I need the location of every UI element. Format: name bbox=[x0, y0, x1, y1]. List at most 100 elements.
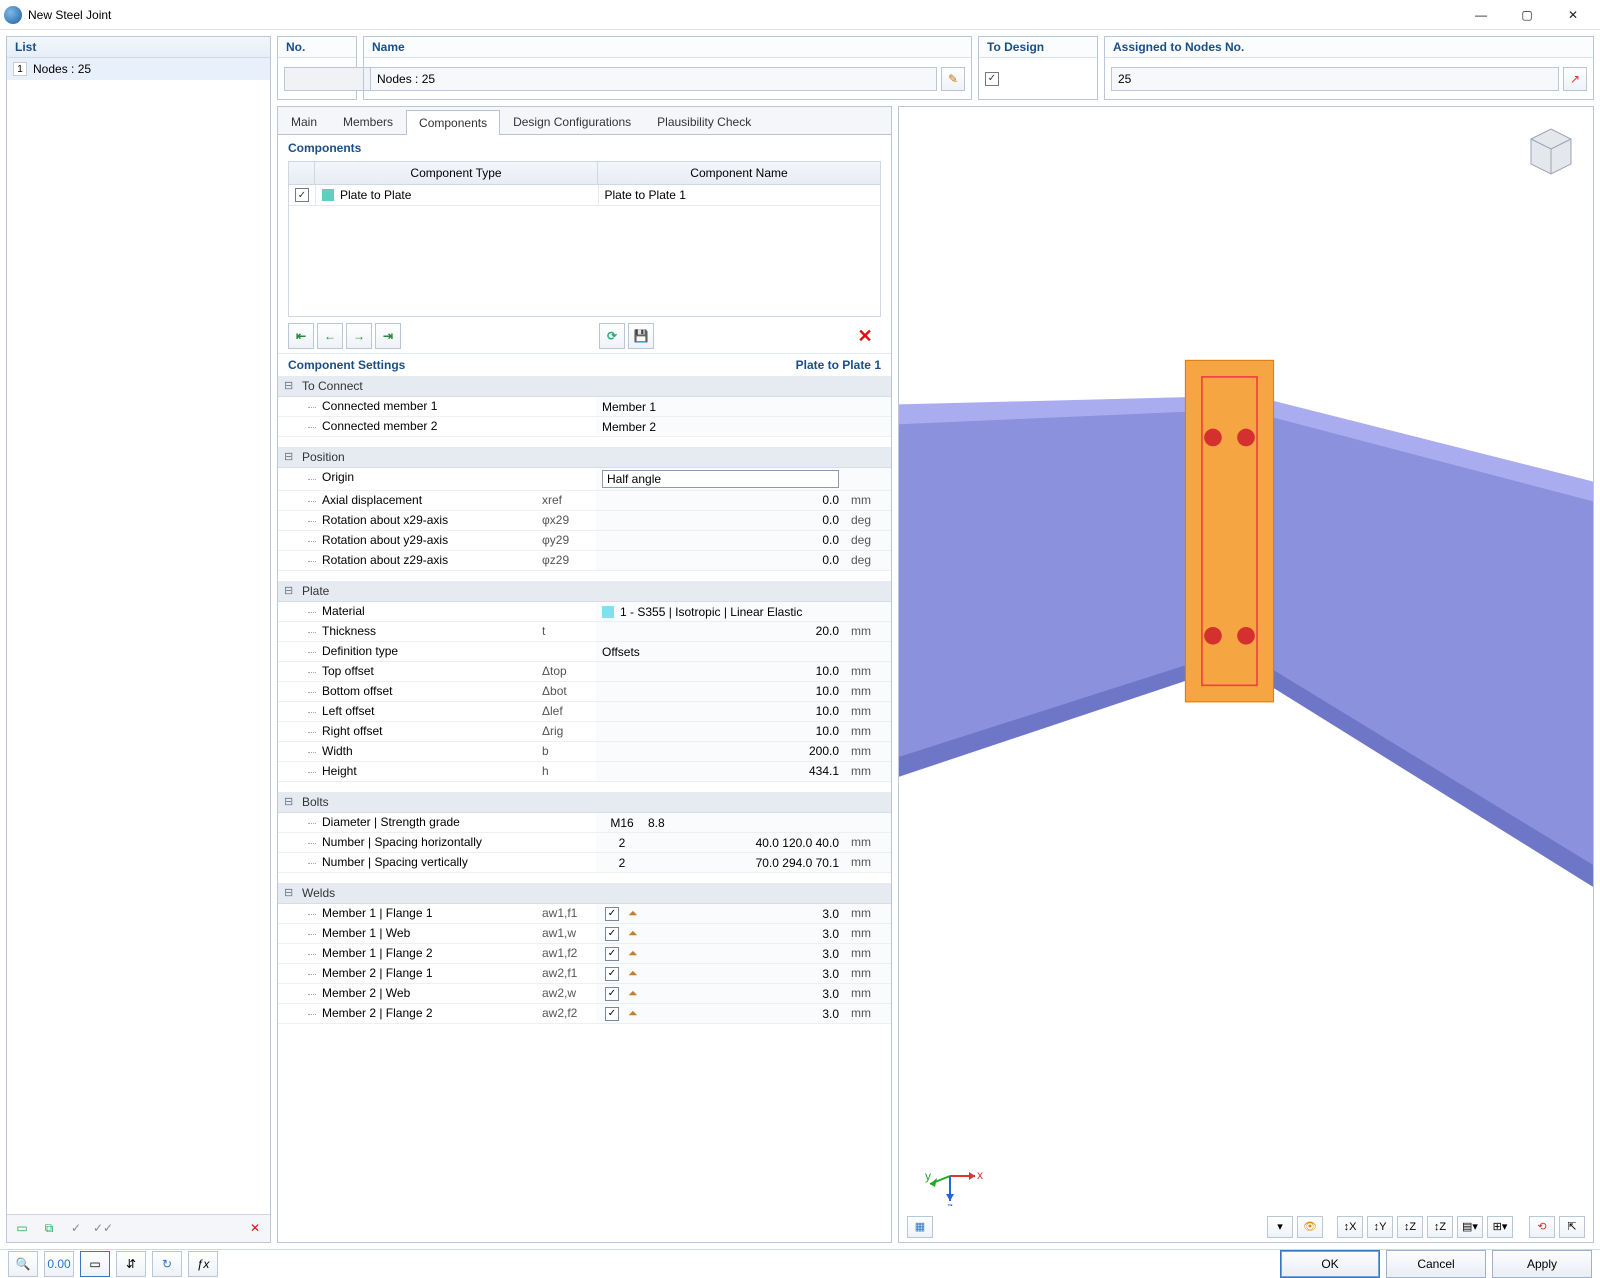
check-all-icon[interactable]: ✓✓ bbox=[91, 1216, 115, 1240]
cat-to-connect[interactable]: To Connect bbox=[278, 376, 891, 397]
delete-component-icon[interactable]: ✕ bbox=[852, 323, 878, 349]
component-swatch-icon bbox=[322, 189, 334, 201]
to-design-box: To Design ✓ bbox=[978, 36, 1098, 100]
save-icon[interactable]: 💾 bbox=[628, 323, 654, 349]
settings-tree[interactable]: To Connect Connected member 1Member 1 Co… bbox=[278, 376, 891, 1242]
tab-plausibility[interactable]: Plausibility Check bbox=[644, 109, 764, 134]
no-label: No. bbox=[278, 37, 356, 58]
name-box: Name ✎ bbox=[363, 36, 972, 100]
view-y-icon[interactable]: ↕Y bbox=[1367, 1216, 1393, 1238]
ok-button[interactable]: OK bbox=[1280, 1250, 1380, 1278]
apply-button[interactable]: Apply bbox=[1492, 1250, 1592, 1278]
weld-checkbox[interactable]: ✓ bbox=[605, 1007, 619, 1021]
component-checkbox[interactable]: ✓ bbox=[295, 188, 309, 202]
box-icon[interactable]: ▭ bbox=[80, 1251, 110, 1277]
weld-icon: ⏶ bbox=[628, 966, 638, 981]
viewer-toolbar: ▦ ▾ 👁 ↕X ↕Y ↕Z ↕Z ▤▾ ⊞▾ ⟲ ⇱ bbox=[907, 1216, 1585, 1238]
tree-icon[interactable]: ⇵ bbox=[116, 1251, 146, 1277]
components-grid: Component Type Component Name ✓ Plate to… bbox=[288, 161, 881, 317]
col-type: Component Type bbox=[315, 162, 598, 184]
assigned-box: Assigned to Nodes No. ↗ bbox=[1104, 36, 1594, 100]
components-toolbar: ⇤ ← → ⇥ ⟳ 💾 ✕ bbox=[288, 323, 881, 349]
assigned-label: Assigned to Nodes No. bbox=[1105, 37, 1593, 58]
tab-components[interactable]: Components bbox=[406, 110, 500, 135]
col-name: Component Name bbox=[598, 162, 880, 184]
cat-plate[interactable]: Plate bbox=[278, 581, 891, 602]
delete-icon[interactable]: ✕ bbox=[243, 1216, 267, 1240]
show-icon[interactable]: 👁 bbox=[1297, 1216, 1323, 1238]
views-icon[interactable]: ▦ bbox=[907, 1216, 933, 1238]
window-titlebar: New Steel Joint — ▢ ✕ bbox=[0, 0, 1600, 30]
name-label: Name bbox=[364, 37, 971, 58]
weld-checkbox[interactable]: ✓ bbox=[605, 987, 619, 1001]
svg-text:y: y bbox=[925, 1169, 931, 1183]
name-input[interactable] bbox=[370, 67, 937, 91]
cat-welds[interactable]: Welds bbox=[278, 883, 891, 904]
cat-bolts[interactable]: Bolts bbox=[278, 792, 891, 813]
minimize-button[interactable]: — bbox=[1458, 0, 1504, 30]
weld-checkbox[interactable]: ✓ bbox=[605, 947, 619, 961]
pick-node-icon[interactable]: ↗ bbox=[1563, 67, 1587, 91]
list-header: List bbox=[7, 37, 270, 58]
model-render bbox=[899, 107, 1593, 1242]
edit-name-icon[interactable]: ✎ bbox=[941, 67, 965, 91]
list-toolbar: ▭ ⧉ ✓ ✓✓ ✕ bbox=[7, 1214, 270, 1242]
cancel-button[interactable]: Cancel bbox=[1386, 1250, 1486, 1278]
svg-text:z: z bbox=[947, 1200, 953, 1206]
to-design-label: To Design bbox=[979, 37, 1097, 58]
3d-viewer[interactable]: x y z ▦ ▾ 👁 ↕X ↕Y ↕Z ↕Z ▤▾ ⊞▾ bbox=[898, 106, 1594, 1243]
components-heading: Components bbox=[288, 141, 361, 155]
component-row[interactable]: ✓ Plate to Plate Plate to Plate 1 bbox=[289, 185, 880, 206]
weld-icon: ⏶ bbox=[628, 906, 638, 921]
tab-members[interactable]: Members bbox=[330, 109, 406, 134]
dialog-footer: 🔍 0.00 ▭ ⇵ ↻ ƒx OK Cancel Apply bbox=[0, 1249, 1600, 1278]
render-mode-icon[interactable]: ▤▾ bbox=[1457, 1216, 1483, 1238]
list-item[interactable]: 1 Nodes : 25 bbox=[7, 58, 270, 80]
tab-main[interactable]: Main bbox=[278, 109, 330, 134]
no-box: No. bbox=[277, 36, 357, 100]
move-last-icon[interactable]: ⇥ bbox=[375, 323, 401, 349]
editor-panel: Main Members Components Design Configura… bbox=[277, 106, 892, 1243]
to-design-checkbox[interactable]: ✓ bbox=[985, 72, 999, 86]
tab-bar: Main Members Components Design Configura… bbox=[278, 107, 891, 135]
list-panel: List 1 Nodes : 25 ▭ ⧉ ✓ ✓✓ ✕ bbox=[6, 36, 271, 1243]
duplicate-icon[interactable]: ⧉ bbox=[37, 1216, 61, 1240]
display-icon[interactable]: ▾ bbox=[1267, 1216, 1293, 1238]
weld-checkbox[interactable]: ✓ bbox=[605, 907, 619, 921]
move-left-icon[interactable]: ← bbox=[317, 323, 343, 349]
list-item-index: 1 bbox=[13, 62, 27, 76]
view-iso-icon[interactable]: ↕Z bbox=[1427, 1216, 1453, 1238]
weld-checkbox[interactable]: ✓ bbox=[605, 967, 619, 981]
maximize-button[interactable]: ▢ bbox=[1504, 0, 1550, 30]
view-x-icon[interactable]: ↕X bbox=[1337, 1216, 1363, 1238]
svg-text:x: x bbox=[977, 1168, 983, 1182]
weld-icon: ⏶ bbox=[628, 986, 638, 1001]
check-icon[interactable]: ✓ bbox=[64, 1216, 88, 1240]
wireframe-icon[interactable]: ⊞▾ bbox=[1487, 1216, 1513, 1238]
reset-view-icon[interactable]: ⟲ bbox=[1529, 1216, 1555, 1238]
refresh-icon[interactable]: ↻ bbox=[152, 1251, 182, 1277]
function-icon[interactable]: ƒx bbox=[188, 1251, 218, 1277]
close-button[interactable]: ✕ bbox=[1550, 0, 1596, 30]
units-icon[interactable]: 0.00 bbox=[44, 1251, 74, 1277]
weld-checkbox[interactable]: ✓ bbox=[605, 927, 619, 941]
popout-icon[interactable]: ⇱ bbox=[1559, 1216, 1585, 1238]
tab-design-config[interactable]: Design Configurations bbox=[500, 109, 644, 134]
view-cube-icon[interactable] bbox=[1521, 119, 1581, 179]
settings-subheading: Plate to Plate 1 bbox=[796, 358, 881, 372]
list-item-label: Nodes : 25 bbox=[33, 62, 91, 76]
move-right-icon[interactable]: → bbox=[346, 323, 372, 349]
axis-triad-icon: x y z bbox=[925, 1156, 985, 1206]
view-z-icon[interactable]: ↕Z bbox=[1397, 1216, 1423, 1238]
material-swatch-icon bbox=[602, 606, 614, 618]
move-first-icon[interactable]: ⇤ bbox=[288, 323, 314, 349]
weld-icon: ⏶ bbox=[628, 1006, 638, 1021]
help-icon[interactable]: 🔍 bbox=[8, 1251, 38, 1277]
new-item-icon[interactable]: ▭ bbox=[10, 1216, 34, 1240]
library-icon[interactable]: ⟳ bbox=[599, 323, 625, 349]
window-title: New Steel Joint bbox=[28, 8, 111, 22]
assigned-input[interactable] bbox=[1111, 67, 1559, 91]
origin-input[interactable] bbox=[602, 470, 839, 488]
weld-icon: ⏶ bbox=[628, 926, 638, 941]
cat-position[interactable]: Position bbox=[278, 447, 891, 468]
